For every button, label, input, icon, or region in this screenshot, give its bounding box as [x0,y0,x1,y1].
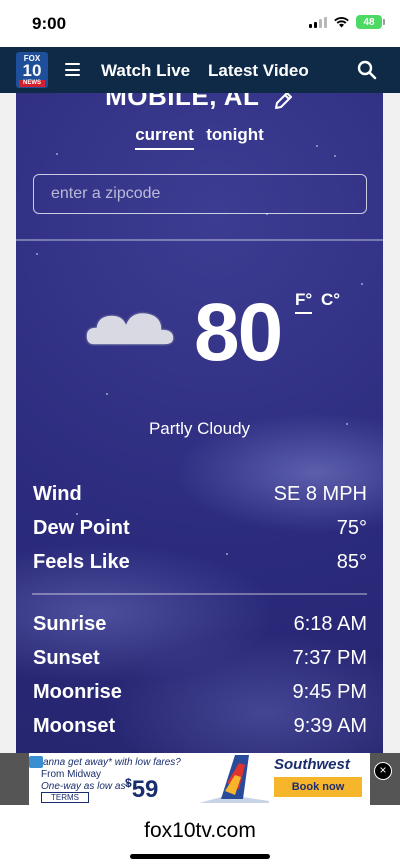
site-header: FOX 10 NEWS Watch Live Latest Video [0,47,400,93]
battery-icon: 48 [356,15,385,29]
airplane-tail-icon [199,755,269,803]
ad-terms-button[interactable]: TERMS [41,792,89,803]
stat-row-feels-like: Feels Like 85° [33,551,367,574]
stat-label: Feels Like [33,551,130,573]
forecast-tabs: current tonight [16,125,383,150]
astro-value: 7:37 PM [292,647,367,669]
status-bar: 9:00 48 [0,0,400,47]
ad-headline: anna get away* with low fares? [43,757,181,768]
divider [16,239,383,241]
fox10-logo[interactable]: FOX 10 NEWS [16,52,48,88]
stat-label: Wind [33,483,82,505]
status-icons: 48 [309,15,385,29]
weather-panel: MOBILE, AL current tonight 80 F° C° Part… [16,93,383,753]
tab-tonight[interactable]: tonight [206,125,264,148]
stat-label: Dew Point [33,517,130,539]
ad-brand: Southwest [274,756,350,773]
city-name: MOBILE, AL [105,93,260,111]
signal-icon [309,16,327,28]
stat-row-dew-point: Dew Point 75° [33,517,367,540]
stat-row-wind: Wind SE 8 MPH [33,483,367,506]
stat-value: SE 8 MPH [273,483,367,505]
pencil-icon[interactable] [272,93,294,112]
astro-row-sunset: Sunset 7:37 PM [33,647,367,670]
search-icon[interactable] [357,60,377,80]
browser-address-bar: fox10tv.com [0,805,400,867]
tab-current[interactable]: current [135,125,194,150]
astro-value: 9:45 PM [292,681,367,703]
partly-cloudy-night-icon [85,285,175,361]
page-gutter-right [383,93,400,753]
astro-value: 9:39 AM [293,715,367,737]
divider [32,593,367,595]
ad-price-value: 59 [131,776,159,803]
hamburger-icon[interactable] [65,63,80,76]
southwest-ad[interactable]: anna get away* with low fares? From Midw… [29,753,370,805]
unit-fahrenheit-toggle[interactable]: F° [295,290,313,314]
astro-label: Moonset [33,715,116,737]
status-time: 9:00 [32,14,67,33]
battery-level: 48 [363,16,375,28]
ad-oneway: One-way as low as* [41,781,130,792]
ad-choices-icon[interactable] [29,756,43,768]
ad-currency: $ [125,776,132,790]
unit-celsius-toggle[interactable]: C° [321,290,340,310]
ad-from: From Midway [41,769,102,780]
astro-row-sunrise: Sunrise 6:18 AM [33,613,367,636]
ad-price: $59 [125,776,158,804]
astro-row-moonset: Moonset 9:39 AM [33,715,367,738]
astro-label: Sunrise [33,613,107,635]
ad-bar: anna get away* with low fares? From Midw… [0,753,400,805]
location-header: MOBILE, AL [16,93,383,112]
stat-value: 75° [336,517,367,539]
latest-video-link[interactable]: Latest Video [208,61,309,81]
close-icon[interactable]: × [374,762,392,780]
zipcode-input[interactable] [33,174,367,214]
astro-value: 6:18 AM [293,613,367,635]
condition-text: Partly Cloudy [148,419,251,438]
url-text[interactable]: fox10tv.com [0,819,400,843]
book-now-button[interactable]: Book now [274,777,362,797]
watch-live-link[interactable]: Watch Live [101,61,190,81]
stat-value: 85° [336,551,367,573]
astro-label: Sunset [33,647,100,669]
page-gutter-left [0,93,16,753]
logo-line2: 10 [22,61,42,80]
logo-line3: NEWS [19,80,45,87]
astro-label: Moonrise [33,681,122,703]
home-indicator[interactable] [130,854,270,859]
wifi-icon [334,17,349,28]
astro-row-moonrise: Moonrise 9:45 PM [33,681,367,704]
current-temperature: 80 [194,287,283,378]
